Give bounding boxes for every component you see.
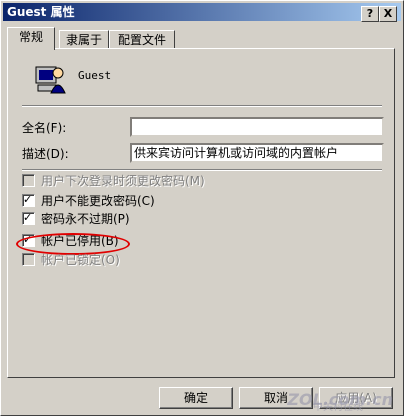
window-title: Guest 属性 xyxy=(7,5,75,19)
description-input[interactable]: 供来宾访问计算机或访问域的内置帐户 xyxy=(130,143,384,163)
properties-dialog: Guest 属性 ? X 常规 隶属于 配置文件 Guest 全名(F): 描述… xyxy=(0,0,404,416)
checkbox-box[interactable] xyxy=(22,253,35,266)
user-name: Guest xyxy=(78,69,112,82)
checkbox-box[interactable] xyxy=(22,174,35,187)
checkbox-must-change-password[interactable]: 用户下次登录时须更改密码(M) xyxy=(22,173,205,189)
title-bar[interactable]: Guest 属性 ? X xyxy=(3,3,401,22)
tab-profile[interactable]: 配置文件 xyxy=(109,30,175,49)
checkbox-password-never-expires[interactable]: ✓ 密码永不过期(P) xyxy=(22,211,130,227)
check-mark-icon: ✓ xyxy=(23,193,33,206)
fullname-label: 全名(F): xyxy=(22,121,67,135)
divider-top xyxy=(22,105,382,107)
divider-mid xyxy=(22,169,382,171)
watermark-subtitle: 中关村在线 xyxy=(313,402,363,413)
close-button[interactable]: X xyxy=(379,6,397,22)
tab-general[interactable]: 常规 xyxy=(7,27,55,50)
fullname-input[interactable] xyxy=(130,117,384,137)
check-mark-icon: ✓ xyxy=(23,211,33,224)
tab-member-of[interactable]: 隶属于 xyxy=(59,30,109,49)
general-panel: Guest 全名(F): 描述(D): 供来宾访问计算机或访问域的内置帐户 用户… xyxy=(7,48,395,378)
ok-button[interactable]: 确定 xyxy=(159,387,233,409)
checkbox-box[interactable]: ✓ xyxy=(22,211,35,225)
description-label: 描述(D): xyxy=(22,147,69,161)
checkbox-box[interactable]: ✓ xyxy=(22,193,35,207)
checkbox-account-locked[interactable]: 帐户已锁定(O) xyxy=(22,252,120,268)
checkbox-cannot-change-password[interactable]: ✓ 用户不能更改密码(C) xyxy=(22,193,155,209)
help-button[interactable]: ? xyxy=(361,6,379,22)
user-icon xyxy=(35,66,66,94)
